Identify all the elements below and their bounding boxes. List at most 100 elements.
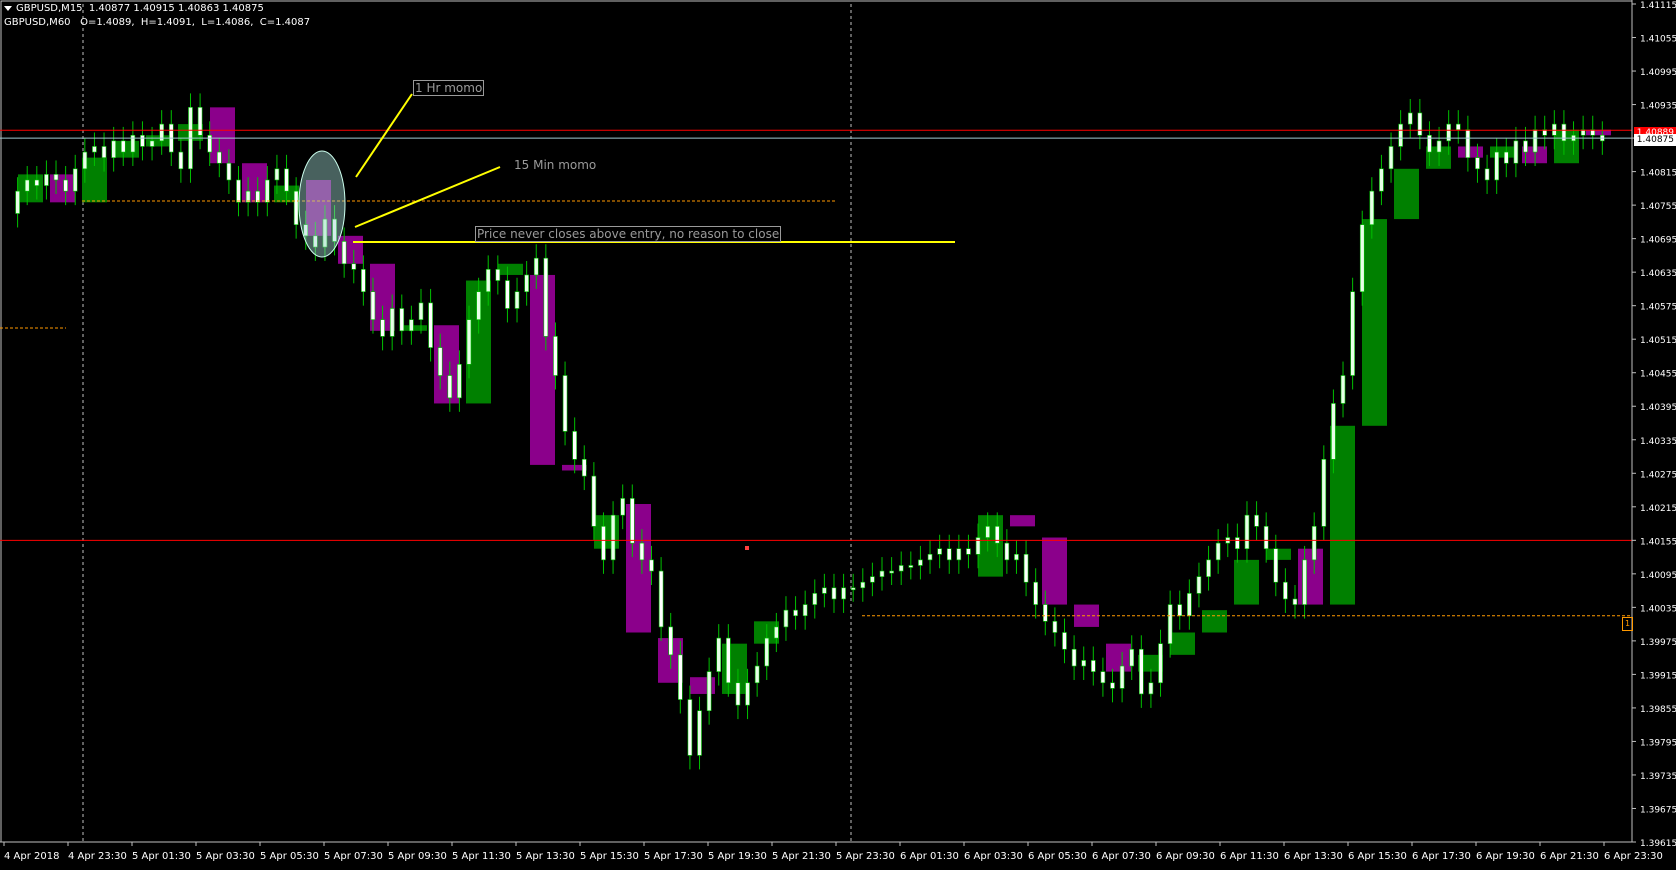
m15-candle <box>1196 576 1202 594</box>
price-axis-label: 1.40215 <box>1640 504 1676 514</box>
time-axis-label: 5 Apr 01:30 <box>132 851 191 862</box>
price-axis-label: 1.40935 <box>1640 102 1676 112</box>
time-axis-label: 5 Apr 11:30 <box>452 851 511 862</box>
m15-candle <box>1244 514 1250 549</box>
h1-candle <box>338 235 363 264</box>
m15-candle <box>72 168 78 192</box>
price-axis-label: 1.40395 <box>1640 403 1676 413</box>
m15-candle <box>1283 581 1288 600</box>
m15-candle <box>774 626 779 639</box>
h1-candle <box>114 140 139 158</box>
m15-candle <box>601 526 606 561</box>
dropdown-triangle-icon[interactable] <box>4 5 12 11</box>
annotation-1hr-momo[interactable]: 1 Hr momo <box>413 80 485 96</box>
m15-candle <box>361 269 366 293</box>
m15-candle <box>226 162 232 181</box>
m15-candle <box>82 151 88 170</box>
trade-marker-label[interactable]: 1 <box>1622 617 1633 631</box>
m15-candle <box>1494 151 1499 181</box>
m15-candle <box>870 576 875 583</box>
m15-candle <box>966 548 971 555</box>
m15-candle <box>341 241 347 265</box>
m15-candle <box>1042 604 1048 622</box>
m15-candle <box>591 475 597 527</box>
m15-candle <box>1081 660 1086 667</box>
time-axis-label: 6 Apr 05:30 <box>1028 851 1087 862</box>
m15-candle <box>389 308 395 337</box>
m15-candle <box>802 604 808 617</box>
m15-candle <box>697 710 702 756</box>
m15-candle <box>1004 542 1010 561</box>
m15-candle <box>822 587 827 594</box>
m15-candle <box>351 263 357 270</box>
time-axis-label: 5 Apr 09:30 <box>388 851 447 862</box>
m15-candle <box>687 699 693 756</box>
m15-candle <box>1340 375 1346 404</box>
header-line-2: GBPUSD,M60 O=1.4089, H=1.4091, L=1.4086,… <box>4 17 311 28</box>
time-axis-label: 6 Apr 09:30 <box>1156 851 1215 862</box>
m15-candle <box>1292 598 1298 605</box>
time-axis-label: 5 Apr 07:30 <box>324 851 383 862</box>
highlight-ellipse <box>298 150 346 258</box>
m15-candle <box>1331 403 1336 460</box>
m15-candle <box>908 565 914 568</box>
m15-candle <box>447 375 453 399</box>
m15-candle <box>1148 682 1154 695</box>
m15-candle <box>101 146 107 158</box>
m15-candle <box>764 637 770 667</box>
m15-candle <box>610 514 616 561</box>
h1-candle <box>146 135 171 147</box>
m15-candle <box>178 151 184 170</box>
h1-candle <box>1394 168 1419 220</box>
time-axis-label: 5 Apr 03:30 <box>196 851 255 862</box>
price-axis-label: 1.39855 <box>1640 705 1676 715</box>
time-axis-label: 4 Apr 2018 <box>4 851 59 862</box>
m15-candle <box>1052 621 1058 633</box>
m15-candle <box>812 593 818 605</box>
time-axis-label: 6 Apr 13:30 <box>1284 851 1343 862</box>
m15-candle <box>140 134 145 147</box>
h1-candle <box>1298 548 1323 605</box>
price-axis-label: 1.39975 <box>1640 638 1676 648</box>
m15-candle <box>726 637 731 684</box>
price-axis-label: 1.40095 <box>1640 571 1676 581</box>
m15-candle <box>524 274 529 293</box>
price-axis-label: 1.39675 <box>1640 805 1676 815</box>
m15-candle <box>1407 112 1413 125</box>
m15-candle <box>841 587 846 600</box>
m15-candle <box>678 654 683 700</box>
price-axis-label: 1.40335 <box>1640 437 1676 447</box>
price-axis-label: 1.41115 <box>1640 1 1676 11</box>
price-axis-label: 1.40275 <box>1640 470 1676 480</box>
m15-candle <box>1350 291 1355 376</box>
m15-candle <box>236 179 241 203</box>
m15-candle <box>889 570 894 574</box>
annotation-15min-momo[interactable]: 15 Min momo <box>514 158 596 172</box>
m15-candle <box>1475 157 1480 170</box>
m15-candle <box>1023 553 1029 583</box>
m15-candle <box>1359 224 1365 293</box>
current-price-tag: 1.40875 <box>1634 134 1676 146</box>
m15-candle <box>514 291 520 309</box>
price-chart[interactable]: 1.41115 1.41055 1.40995 1.40935 1.40875 1.408… <box>0 0 1676 866</box>
price-axis-label: 1.40155 <box>1640 537 1676 547</box>
m15-candle <box>1311 526 1317 561</box>
m15-candle <box>1513 140 1519 164</box>
m15-candle <box>63 179 68 192</box>
m15-candle <box>437 347 443 376</box>
h1-candle <box>434 325 459 404</box>
m15-candle <box>735 682 741 706</box>
annotation-note[interactable]: Price never closes above entry, no reaso… <box>475 226 782 242</box>
m15-candle <box>562 375 568 432</box>
price-axis-label: 1.40695 <box>1640 236 1676 246</box>
chart-window[interactable]: 1.41115 1.41055 1.40995 1.40935 1.40875 1.408… <box>0 0 1676 866</box>
time-axis-label: 4 Apr 23:30 <box>68 851 127 862</box>
m15-candle <box>1177 604 1183 617</box>
m15-candle <box>533 257 539 276</box>
h1-candle <box>1170 632 1195 655</box>
time-axis-label: 6 Apr 17:30 <box>1412 851 1471 862</box>
m15-candle <box>639 542 645 561</box>
h1-candle <box>978 515 1003 577</box>
m15-candle <box>1014 553 1019 561</box>
h1-candle <box>18 174 43 203</box>
